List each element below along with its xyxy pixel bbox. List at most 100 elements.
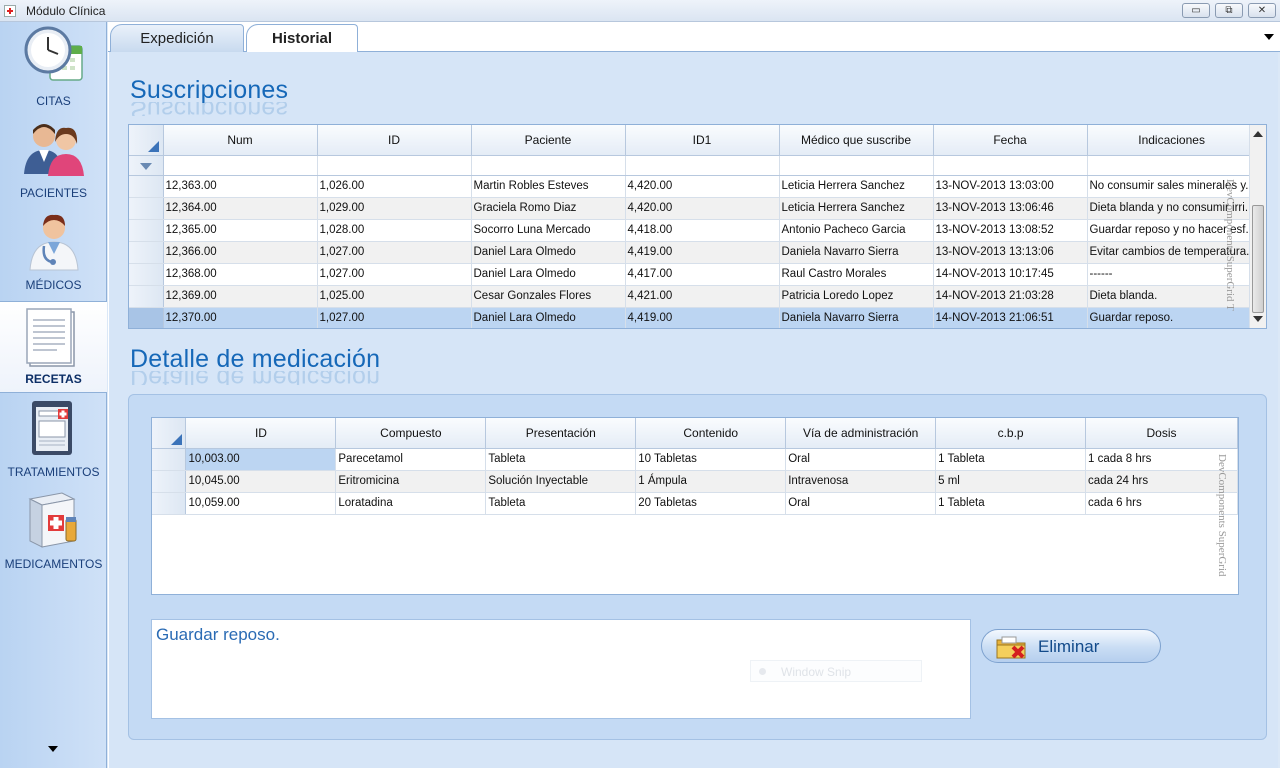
table-cell[interactable]: Solución Inyectable [485,470,637,493]
table-cell[interactable]: Leticia Herrera Sanchez [779,197,934,220]
table-cell[interactable]: 1,028.00 [317,219,472,242]
table-cell[interactable]: 10,059.00 [185,492,337,515]
delete-button[interactable]: Eliminar [981,629,1161,663]
table-cell[interactable]: Daniel Lara Olmedo [471,307,626,328]
table-cell[interactable]: 13-NOV-2013 13:06:46 [933,197,1088,220]
column-header[interactable]: Dosis [1085,418,1238,449]
table-cell[interactable]: 20 Tabletas [635,492,787,515]
row-header[interactable] [152,492,187,515]
table-cell[interactable]: Eritromicina [335,470,487,493]
table-cell[interactable]: Oral [785,492,937,515]
table-cell[interactable]: Tableta [485,448,637,471]
table-cell[interactable]: 1 Ámpula [635,470,787,493]
row-header[interactable] [129,285,164,308]
table-cell[interactable]: 10,045.00 [185,470,337,493]
table-cell[interactable]: 4,420.00 [625,175,780,198]
table-cell[interactable]: 4,418.00 [625,219,780,242]
table-row[interactable]: 10,003.00 Parecetamol Tableta 10 Tabletas Or… [152,448,1238,471]
sidebar-scroll-down-icon[interactable] [48,746,58,752]
table-cell[interactable]: 12,363.00 [163,175,318,198]
column-header[interactable]: Médico que suscribe [779,125,934,156]
table-cell[interactable]: 4,420.00 [625,197,780,220]
table-cell[interactable]: 14-NOV-2013 21:06:51 [933,307,1088,328]
table-cell[interactable]: 5 ml [935,470,1087,493]
table-cell[interactable]: cada 24 hrs [1085,470,1238,493]
table-cell[interactable]: 1,025.00 [317,285,472,308]
column-header[interactable]: ID1 [625,125,780,156]
filter-cell[interactable] [1087,155,1257,176]
column-header[interactable]: Fecha [933,125,1088,156]
table-cell[interactable]: 12,368.00 [163,263,318,286]
sidebar-item-medicos[interactable]: MÉDICOS [0,206,107,298]
restore-button[interactable]: ⧉ [1215,3,1243,18]
table-row[interactable]: 10,059.00 Loratadina Tableta 20 Tabletas Ora… [152,492,1238,515]
filter-cell[interactable] [317,155,472,176]
table-cell[interactable]: 12,365.00 [163,219,318,242]
filter-cell[interactable] [779,155,934,176]
table-cell[interactable]: 13-NOV-2013 13:08:52 [933,219,1088,242]
table-cell[interactable]: 10 Tabletas [635,448,787,471]
table-cell[interactable]: 12,370.00 [163,307,318,328]
table-row-selected[interactable]: 12,370.00 1,027.00 Daniel Lara Olmedo 4,419… [129,307,1257,328]
table-cell[interactable]: Daniela Navarro Sierra [779,307,934,328]
grid-corner[interactable] [129,125,164,156]
scroll-thumb[interactable] [1252,205,1264,313]
filter-icon[interactable] [139,163,152,170]
table-row[interactable]: 12,368.00 1,027.00 Daniel Lara Olmedo 4,417… [129,263,1257,286]
table-cell[interactable]: 4,421.00 [625,285,780,308]
vertical-scrollbar[interactable] [1249,125,1266,328]
table-cell[interactable]: 4,419.00 [625,307,780,328]
table-cell[interactable]: 1 Tableta [935,492,1087,515]
column-header[interactable]: Num [163,125,318,156]
close-button[interactable]: ✕ [1248,3,1276,18]
table-cell[interactable]: Patricia Loredo Lopez [779,285,934,308]
table-cell[interactable]: 1,027.00 [317,263,472,286]
table-cell[interactable]: 13-NOV-2013 13:13:06 [933,241,1088,264]
table-cell[interactable]: Loratadina [335,492,487,515]
table-cell[interactable]: 4,417.00 [625,263,780,286]
table-row[interactable]: 12,365.00 1,028.00 Socorro Luna Mercado 4,4… [129,219,1257,242]
table-cell[interactable]: Parecetamol [335,448,487,471]
row-header[interactable] [129,307,164,328]
table-cell[interactable]: 1 cada 8 hrs [1085,448,1238,471]
grid-corner[interactable] [152,418,187,449]
column-header[interactable]: Paciente [471,125,626,156]
table-cell[interactable]: Intravenosa [785,470,937,493]
table-cell[interactable]: Cesar Gonzales Flores [471,285,626,308]
table-cell[interactable]: Raul Castro Morales [779,263,934,286]
table-cell[interactable]: cada 6 hrs [1085,492,1238,515]
sidebar-item-pacientes[interactable]: PACIENTES [0,114,107,206]
row-header[interactable] [129,197,164,220]
row-header[interactable] [152,470,187,493]
sidebar-item-tratamientos[interactable]: TRATAMIENTOS [0,393,107,485]
column-header[interactable]: Vía de administración [785,418,937,449]
tab-historial[interactable]: Historial [246,24,358,53]
table-cell[interactable]: Martin Robles Esteves [471,175,626,198]
filter-cell[interactable] [625,155,780,176]
table-cell[interactable]: Daniel Lara Olmedo [471,263,626,286]
table-cell[interactable]: 1 Tableta [935,448,1087,471]
scroll-down-icon[interactable] [1253,316,1263,322]
table-cell[interactable]: 12,364.00 [163,197,318,220]
indications-textbox[interactable]: Guardar reposo. Window Snip [151,619,971,719]
sidebar-item-citas[interactable]: CITAS [0,22,107,114]
filter-cell[interactable] [129,155,164,176]
tab-expedicion[interactable]: Expedición [110,24,244,53]
table-cell[interactable]: 14-NOV-2013 21:03:28 [933,285,1088,308]
row-header[interactable] [129,175,164,198]
table-cell[interactable]: 1,027.00 [317,307,472,328]
filter-cell[interactable] [933,155,1088,176]
filter-cell[interactable] [163,155,318,176]
table-cell[interactable]: 1,026.00 [317,175,472,198]
tab-menu-icon[interactable] [1264,34,1274,40]
filter-cell[interactable] [471,155,626,176]
table-row[interactable]: 12,363.00 1,026.00 Martin Robles Esteves 4,… [129,175,1257,198]
table-cell[interactable]: 1,027.00 [317,241,472,264]
table-cell[interactable]: 1,029.00 [317,197,472,220]
column-header[interactable]: c.b.p [935,418,1087,449]
column-header[interactable]: ID [317,125,472,156]
table-row[interactable]: 12,366.00 1,027.00 Daniel Lara Olmedo 4,419… [129,241,1257,264]
row-header[interactable] [129,219,164,242]
column-header[interactable]: ID [185,418,337,449]
table-cell[interactable]: 4,419.00 [625,241,780,264]
